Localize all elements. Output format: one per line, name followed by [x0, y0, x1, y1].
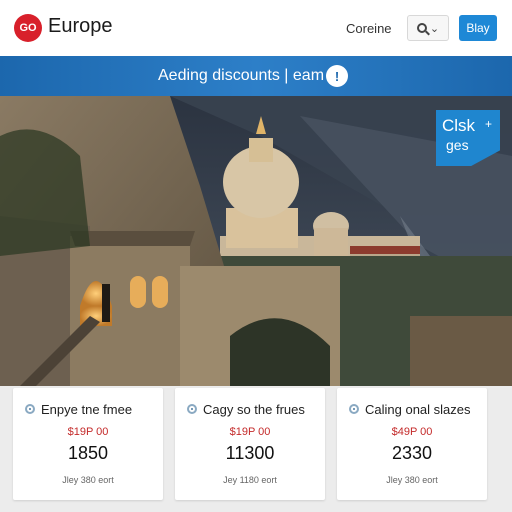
- top-header: GO Europe Coreine ⌄ Blay: [0, 0, 512, 56]
- location-pin-icon: [349, 404, 359, 414]
- card-price: 2330: [391, 443, 433, 463]
- card-note: Jey 1180 eort: [223, 475, 277, 485]
- plus-icon: +: [485, 117, 493, 131]
- chevron-down-icon: ⌄: [429, 22, 440, 35]
- go-logo-icon[interactable]: GO: [14, 14, 42, 42]
- card-title: Cagy so the frues: [203, 402, 305, 417]
- info-icon[interactable]: !: [326, 65, 348, 87]
- logo-text: GO: [19, 22, 37, 34]
- discount-banner[interactable]: Aeding discounts | eam !: [0, 56, 512, 96]
- hero-illustration: [0, 96, 512, 386]
- badge-line2: ges: [446, 137, 469, 153]
- nav-link[interactable]: Coreine: [346, 21, 392, 36]
- deal-card[interactable]: Enpye tne fmee $19P 00 1850 Jley 380 eor…: [13, 388, 163, 500]
- brand-title[interactable]: Europe: [48, 15, 113, 38]
- card-note: Jley 380 eort: [62, 475, 114, 485]
- search-button[interactable]: ⌄: [407, 15, 449, 41]
- banner-text: Aeding discounts | eam: [158, 67, 325, 84]
- search-icon: [416, 23, 427, 33]
- card-price-old: $19P 00: [229, 426, 271, 438]
- card-title: Enpye tne fmee: [41, 402, 133, 417]
- card-price-old: $19P 00: [67, 426, 109, 438]
- card-price: 11300: [225, 443, 275, 463]
- card-price: 1850: [67, 443, 109, 463]
- hero-image: [0, 96, 512, 386]
- location-pin-icon: [25, 404, 35, 414]
- badge-line1: Clsk: [442, 116, 476, 135]
- deal-card[interactable]: Cagy so the frues $19P 00 11300 Jey 1180…: [175, 388, 325, 500]
- card-title: Caling onal slazes: [365, 402, 471, 417]
- cta-button[interactable]: Blay: [459, 15, 497, 41]
- card-note: Jley 380 eort: [386, 475, 438, 485]
- card-price-old: $49P 00: [391, 426, 433, 438]
- location-pin-icon: [187, 404, 197, 414]
- deal-card[interactable]: Caling onal slazes $49P 00 2330 Jley 380…: [337, 388, 487, 500]
